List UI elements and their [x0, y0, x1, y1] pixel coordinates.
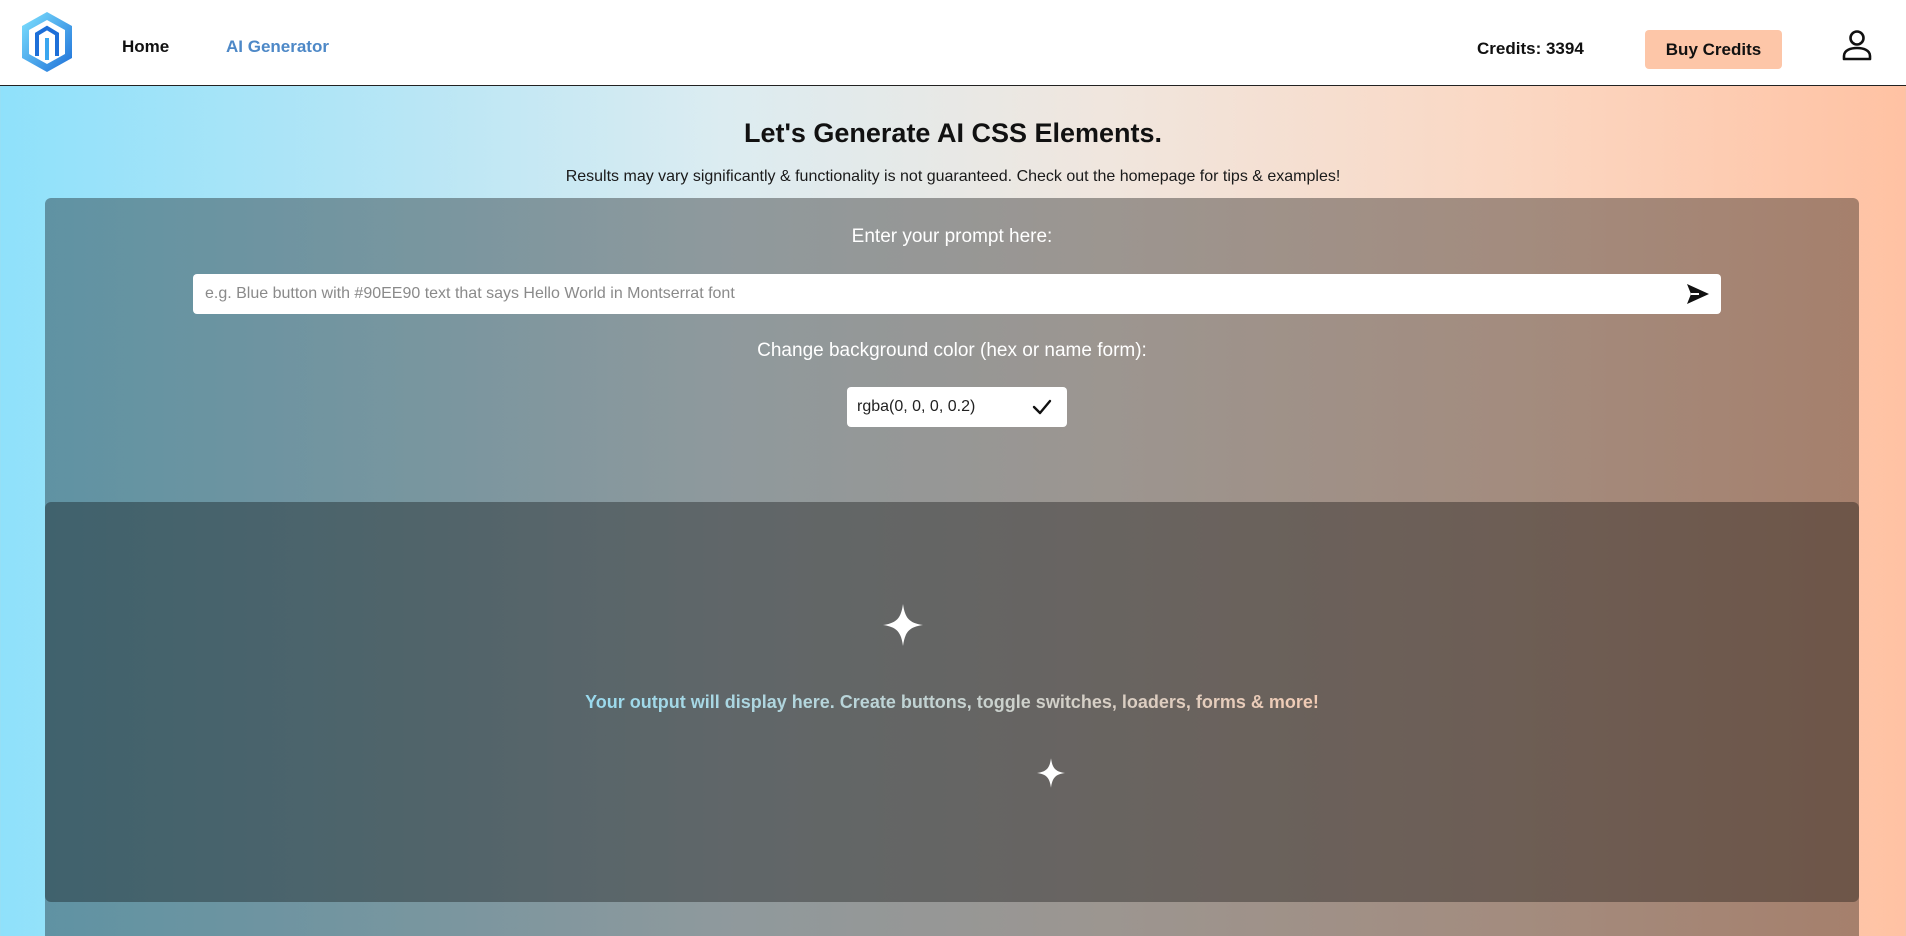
- logo-icon[interactable]: [20, 10, 74, 74]
- prompt-label: Enter your prompt here:: [851, 226, 1053, 247]
- nav-ai-generator-link[interactable]: AI Generator: [226, 38, 329, 56]
- buy-credits-button[interactable]: Buy Credits: [1645, 30, 1782, 69]
- check-icon: [1032, 399, 1052, 415]
- navbar: Home AI Generator Credits: 3394 Buy Cred…: [0, 0, 1906, 86]
- prompt-field: [193, 274, 1721, 314]
- output-placeholder-text: Your output will display here. Create bu…: [45, 692, 1859, 713]
- page-title: Let's Generate AI CSS Elements.: [743, 118, 1163, 148]
- output-area: Your output will display here. Create bu…: [45, 502, 1859, 902]
- background-color-label: Change background color (hex or name for…: [757, 340, 1147, 361]
- sparkle-small-icon: [1037, 758, 1065, 788]
- nav-home-link[interactable]: Home: [122, 38, 169, 56]
- send-button[interactable]: [1685, 282, 1711, 306]
- background-color-input[interactable]: [847, 387, 1017, 427]
- prompt-input[interactable]: [193, 274, 1673, 314]
- apply-color-button[interactable]: [1031, 396, 1053, 418]
- sparkle-icon: [883, 604, 923, 646]
- send-icon: [1687, 284, 1709, 304]
- page-subtitle: Results may vary significantly & functio…: [565, 168, 1341, 185]
- background-color-field: [847, 387, 1067, 427]
- user-icon[interactable]: [1840, 28, 1874, 62]
- credits-count: Credits: 3394: [1477, 39, 1584, 58]
